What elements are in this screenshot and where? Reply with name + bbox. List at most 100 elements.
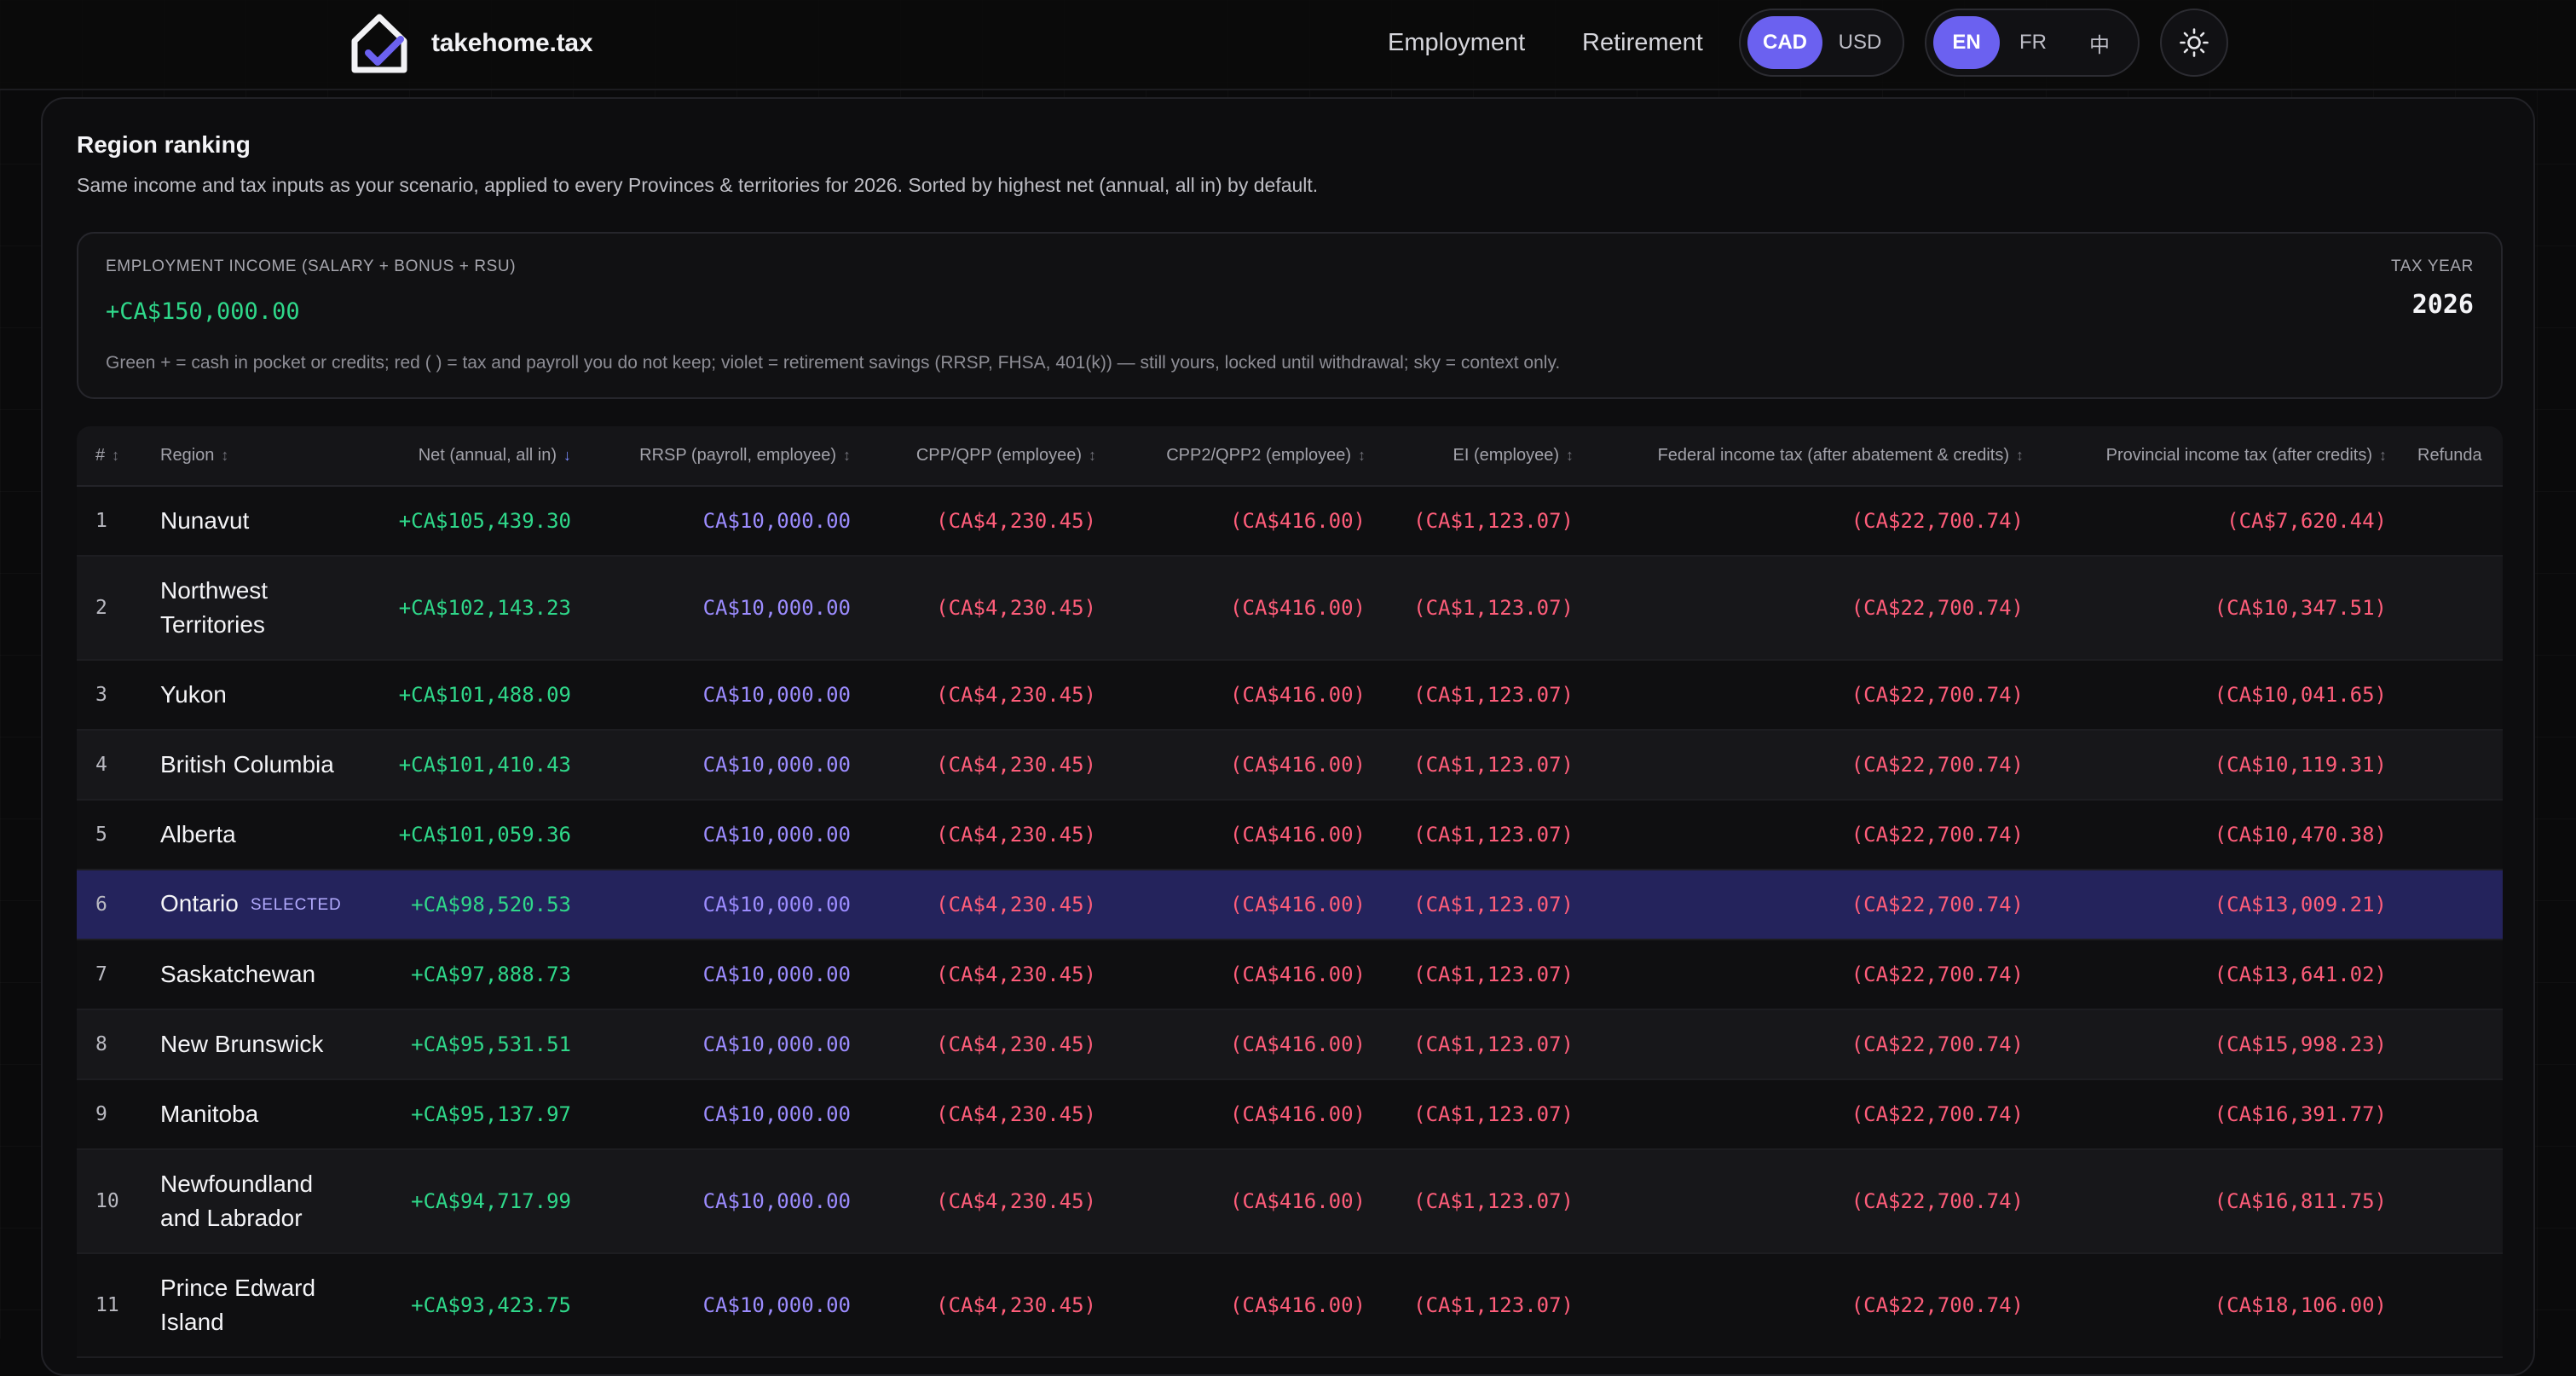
- ei-cell: (CA$1,123.07): [1376, 939, 1584, 1010]
- table-row[interactable]: 1 Nunavut +CA$105,439.30 CA$10,000.00 (CA$4,…: [77, 486, 2503, 557]
- region-name: Alberta: [160, 821, 236, 847]
- rrsp-cell: CA$10,000.00: [581, 556, 861, 661]
- column-header-provincial-tax[interactable]: Provincial income tax (after credits) ↕: [2034, 426, 2397, 487]
- net-cell: +CA$105,439.30: [363, 486, 581, 557]
- sun-icon: [2180, 28, 2209, 57]
- brand-name: takehome.tax: [431, 29, 593, 57]
- table-header-row: # ↕ Region ↕ Net (annual, all in) ↓ RRSP (p…: [77, 426, 2503, 487]
- table-row[interactable]: 11 Prince Edward Island +CA$93,423.75 CA$10…: [77, 1253, 2503, 1358]
- table-row-selected[interactable]: 6 Ontario SELECTED +CA$98,520.53 CA$10,000.0…: [77, 870, 2503, 940]
- federal-tax-cell: (CA$22,700.74): [1584, 1253, 2034, 1358]
- color-legend: Green + = cash in pocket or credits; red…: [106, 353, 1561, 373]
- table-row[interactable]: 10 Newfoundland and Labrador +CA$94,717.99…: [77, 1149, 2503, 1254]
- sort-icon: ↕: [843, 447, 851, 464]
- provincial-tax-cell: (CA$13,641.02): [2034, 939, 2397, 1010]
- provincial-tax-cell: (CA$7,620.44): [2034, 486, 2397, 557]
- net-cell: +CA$101,488.09: [363, 660, 581, 731]
- cpp-cell: (CA$4,230.45): [861, 486, 1106, 557]
- rrsp-cell: CA$10,000.00: [581, 486, 861, 557]
- cpp-cell: (CA$4,230.45): [861, 1149, 1106, 1254]
- column-header-cpp[interactable]: CPP/QPP (employee) ↕: [861, 426, 1106, 487]
- sort-icon: ↕: [2379, 447, 2387, 464]
- region-name: Ontario: [160, 890, 239, 916]
- region-cell: Ontario SELECTED: [150, 870, 363, 940]
- net-cell: +CA$95,531.51: [363, 1009, 581, 1080]
- region-name: Newfoundland and Labrador: [160, 1171, 314, 1231]
- table-row[interactable]: 5 Alberta +CA$101,059.36 CA$10,000.00 (CA$4,…: [77, 800, 2503, 870]
- column-header-refundable[interactable]: Refunda: [2397, 426, 2503, 487]
- table-row[interactable]: 4 British Columbia +CA$101,410.43 CA$10,000…: [77, 730, 2503, 801]
- federal-tax-cell: (CA$22,700.74): [1584, 1009, 2034, 1080]
- cpp2-cell: (CA$416.00): [1106, 556, 1376, 661]
- column-header-federal-tax[interactable]: Federal income tax (after abatement & cr…: [1584, 426, 2034, 487]
- brand[interactable]: takehome.tax: [349, 12, 593, 75]
- nav-retirement[interactable]: Retirement: [1582, 24, 1703, 61]
- refundable-cell: [2397, 1079, 2503, 1150]
- cpp-cell: (CA$4,230.45): [861, 1253, 1106, 1358]
- language-toggle: EN FR 中: [1925, 9, 2140, 77]
- region-cell: Saskatchewan: [150, 939, 363, 1010]
- net-cell: +CA$98,520.53: [363, 870, 581, 940]
- cpp2-cell: (CA$416.00): [1106, 1253, 1376, 1358]
- selected-badge: SELECTED: [250, 896, 342, 914]
- house-check-logo-icon: [351, 14, 407, 73]
- income-label: EMPLOYMENT INCOME (SALARY + BONUS + RSU): [106, 257, 517, 275]
- federal-tax-cell: (CA$22,700.74): [1584, 556, 2034, 661]
- scenario-inputs-panel: EMPLOYMENT INCOME (SALARY + BONUS + RSU)…: [77, 232, 2503, 399]
- ranking-table-container[interactable]: # ↕ Region ↕ Net (annual, all in) ↓ RRSP (p…: [77, 426, 2503, 1364]
- ei-cell: (CA$1,123.07): [1376, 870, 1584, 940]
- refundable-cell: [2397, 486, 2503, 557]
- region-cell: Manitoba: [150, 1079, 363, 1150]
- ei-cell: (CA$1,123.07): [1376, 1079, 1584, 1150]
- rrsp-cell: CA$10,000.00: [581, 870, 861, 940]
- table-row[interactable]: 2 Northwest Territories +CA$102,143.23 CA$1…: [77, 556, 2503, 661]
- cpp2-cell: (CA$416.00): [1106, 800, 1376, 870]
- top-bar: takehome.tax Employment Retirement CAD U…: [0, 0, 2576, 90]
- card-subtitle: Same income and tax inputs as your scena…: [77, 174, 1319, 196]
- region-cell: New Brunswick: [150, 1009, 363, 1080]
- column-header-rrsp[interactable]: RRSP (payroll, employee) ↕: [581, 426, 861, 487]
- ei-cell: (CA$1,123.07): [1376, 1009, 1584, 1080]
- cpp2-cell: (CA$416.00): [1106, 1149, 1376, 1254]
- refundable-cell: [2397, 1253, 2503, 1358]
- column-header-rank[interactable]: # ↕: [77, 426, 150, 487]
- rank-cell: 4: [77, 730, 150, 801]
- federal-tax-cell: (CA$22,700.74): [1584, 870, 2034, 940]
- rrsp-cell: CA$10,000.00: [581, 1253, 861, 1358]
- rank-cell: 1: [77, 486, 150, 557]
- region-cell: Prince Edward Island: [150, 1253, 363, 1358]
- column-header-ei[interactable]: EI (employee) ↕: [1376, 426, 1584, 487]
- net-cell: +CA$93,423.75: [363, 1253, 581, 1358]
- nav-employment[interactable]: Employment: [1388, 24, 1525, 61]
- ei-cell: (CA$1,123.07): [1376, 486, 1584, 557]
- theme-toggle-button[interactable]: [2160, 9, 2228, 77]
- table-row[interactable]: 9 Manitoba +CA$95,137.97 CA$10,000.00 (CA$4,…: [77, 1079, 2503, 1150]
- net-cell: +CA$101,410.43: [363, 730, 581, 801]
- sort-icon: ↕: [1089, 447, 1096, 464]
- table-row[interactable]: 8 New Brunswick +CA$95,531.51 CA$10,000.00(…: [77, 1009, 2503, 1080]
- currency-option-cad[interactable]: CAD: [1747, 16, 1822, 69]
- sort-icon: ↕: [2016, 447, 2024, 464]
- cpp2-cell: (CA$416.00): [1106, 486, 1376, 557]
- sort-icon: ↕: [1566, 447, 1574, 464]
- rank-cell: 10: [77, 1149, 150, 1254]
- provincial-tax-cell: (CA$16,811.75): [2034, 1149, 2397, 1254]
- net-cell: +CA$102,143.23: [363, 556, 581, 661]
- region-cell: Nunavut: [150, 486, 363, 557]
- rrsp-cell: CA$10,000.00: [581, 1079, 861, 1150]
- language-option-zh[interactable]: 中: [2066, 16, 2133, 69]
- net-cell: +CA$95,137.97: [363, 1079, 581, 1150]
- column-header-cpp2[interactable]: CPP2/QPP2 (employee) ↕: [1106, 426, 1376, 487]
- language-option-fr[interactable]: FR: [2000, 16, 2066, 69]
- federal-tax-cell: (CA$22,700.74): [1584, 800, 2034, 870]
- cpp2-cell: (CA$416.00): [1106, 1079, 1376, 1150]
- table-row[interactable]: 7 Saskatchewan +CA$97,888.73 CA$10,000.00 (C…: [77, 939, 2503, 1010]
- currency-option-usd[interactable]: USD: [1822, 16, 1897, 69]
- language-option-en[interactable]: EN: [1933, 16, 2000, 69]
- column-header-region[interactable]: Region ↕: [150, 426, 363, 487]
- column-header-net[interactable]: Net (annual, all in) ↓: [363, 426, 581, 487]
- cpp-cell: (CA$4,230.45): [861, 556, 1106, 661]
- cpp-cell: (CA$4,230.45): [861, 660, 1106, 731]
- rrsp-cell: CA$10,000.00: [581, 800, 861, 870]
- table-row[interactable]: 3 Yukon +CA$101,488.09 CA$10,000.00 (CA$4,23…: [77, 660, 2503, 731]
